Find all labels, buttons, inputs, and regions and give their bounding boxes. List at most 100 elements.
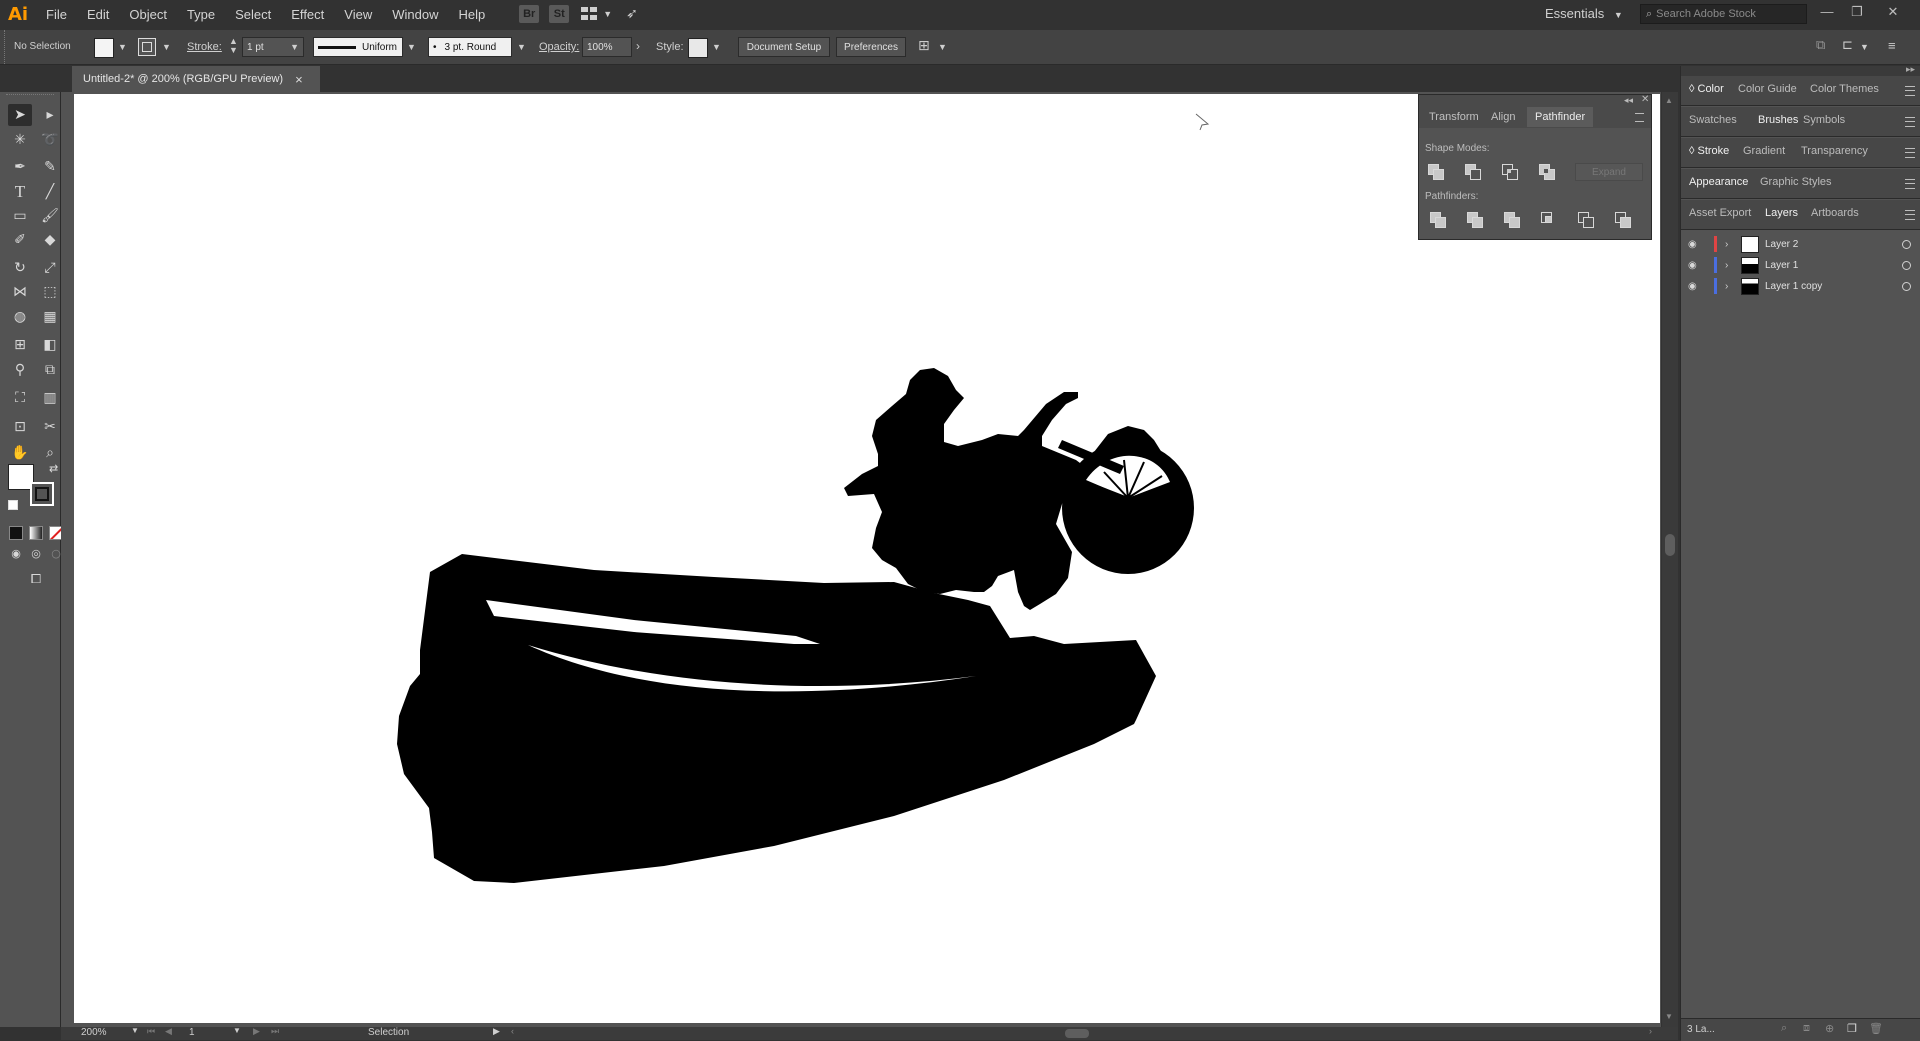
slice-tool-icon[interactable]: ✂: [38, 416, 62, 438]
next-artboard-icon[interactable]: ▶: [253, 1026, 260, 1037]
grip-handle[interactable]: [4, 30, 8, 64]
vertical-scrollbar[interactable]: ▲ ▼: [1662, 92, 1678, 1027]
panel-menu-icon[interactable]: [1905, 210, 1915, 220]
eraser-tool-icon[interactable]: ◆: [38, 229, 62, 251]
tab-asset-export[interactable]: Asset Export: [1689, 207, 1751, 219]
crop-icon[interactable]: [1538, 209, 1558, 229]
opacity-label[interactable]: Opacity:: [539, 41, 579, 53]
tab-stroke[interactable]: ◊ Stroke: [1689, 145, 1729, 157]
menu-help[interactable]: Help: [448, 7, 495, 22]
free-transform-tool-icon[interactable]: ⬚: [38, 281, 62, 303]
tab-appearance[interactable]: Appearance: [1689, 176, 1748, 188]
zoom-level[interactable]: 200%: [81, 1027, 107, 1038]
unite-icon[interactable]: [1425, 161, 1445, 181]
close-icon[interactable]: ✕: [1880, 2, 1906, 22]
scrollbar-thumb[interactable]: [1665, 534, 1675, 556]
layer-row[interactable]: ◉ › Layer 2: [1681, 234, 1920, 254]
menu-view[interactable]: View: [334, 7, 382, 22]
panel-menu-icon[interactable]: [1905, 148, 1915, 158]
menu-object[interactable]: Object: [119, 7, 177, 22]
merge-icon[interactable]: [1501, 209, 1521, 229]
blend-tool-icon[interactable]: ⧉: [38, 359, 62, 381]
tab-graphic-styles[interactable]: Graphic Styles: [1760, 176, 1832, 188]
tab-artboards[interactable]: Artboards: [1811, 207, 1859, 219]
default-colors-icon[interactable]: [8, 500, 18, 510]
menu-edit[interactable]: Edit: [77, 7, 119, 22]
bridge-button[interactable]: Br: [519, 5, 540, 23]
first-artboard-icon[interactable]: ⏮: [147, 1026, 155, 1037]
type-tool-icon[interactable]: T: [8, 181, 32, 203]
collapse-dock-icon[interactable]: ▸▸: [1906, 64, 1915, 75]
stroke-spinner[interactable]: ▲ ▼: [229, 37, 238, 55]
chevron-right-icon[interactable]: ›: [1725, 260, 1735, 271]
chevron-right-icon[interactable]: ›: [1725, 281, 1735, 292]
pen-tool-icon[interactable]: ✒: [8, 156, 32, 178]
trim-icon[interactable]: [1464, 209, 1484, 229]
last-artboard-icon[interactable]: ⏭: [271, 1026, 279, 1037]
panel-menu-icon[interactable]: [1635, 113, 1644, 122]
stroke-swatch[interactable]: [138, 38, 156, 56]
artboard-number[interactable]: 1: [189, 1027, 195, 1038]
minus-front-icon[interactable]: [1462, 161, 1482, 181]
grip-handle[interactable]: [6, 94, 54, 95]
chevron-down-icon[interactable]: ▼: [233, 1026, 241, 1035]
perspective-grid-tool-icon[interactable]: ▦: [38, 306, 62, 328]
new-layer-icon[interactable]: ❐: [1847, 1022, 1857, 1035]
panel-menu-icon[interactable]: [1905, 117, 1915, 127]
tab-symbols[interactable]: Symbols: [1803, 114, 1845, 126]
menu-icon[interactable]: ≡: [1888, 38, 1896, 53]
chevron-down-icon[interactable]: ▼: [712, 42, 721, 52]
gpu-performance-icon[interactable]: ➶: [626, 6, 638, 22]
menu-type[interactable]: Type: [177, 7, 225, 22]
eye-icon[interactable]: ◉: [1688, 281, 1700, 292]
rectangle-tool-icon[interactable]: ▭: [8, 205, 32, 227]
tab-align[interactable]: Align: [1483, 107, 1523, 127]
color-mode-icon[interactable]: [9, 526, 23, 540]
layer-row[interactable]: ◉ › Layer 1: [1681, 255, 1920, 275]
stroke-color-swatch[interactable]: [30, 482, 54, 506]
variable-width-profile[interactable]: Uniform: [313, 37, 403, 57]
line-tool-icon[interactable]: ╱: [38, 181, 62, 203]
layer-name[interactable]: Layer 1 copy: [1765, 281, 1822, 292]
column-graph-tool-icon[interactable]: ▥: [38, 387, 62, 409]
document-setup-button[interactable]: Document Setup: [738, 37, 830, 57]
paintbrush-tool-icon[interactable]: 🖌: [38, 205, 62, 227]
minimize-icon[interactable]: —: [1814, 2, 1840, 22]
screen-mode-icon[interactable]: ⧠: [24, 568, 48, 590]
hand-tool-icon[interactable]: ✋: [8, 442, 32, 464]
chevron-down-icon[interactable]: ▼: [162, 42, 171, 52]
menu-select[interactable]: Select: [225, 7, 281, 22]
chevron-down-icon[interactable]: ▼: [118, 42, 127, 52]
magic-wand-tool-icon[interactable]: ✳: [8, 129, 32, 151]
mesh-tool-icon[interactable]: ⊞: [8, 334, 32, 356]
tab-brushes[interactable]: Brushes: [1758, 114, 1798, 126]
menu-effect[interactable]: Effect: [281, 7, 334, 22]
delete-layer-icon[interactable]: 🗑: [1869, 1022, 1883, 1035]
divide-icon[interactable]: [1427, 209, 1447, 229]
selection-tool-icon[interactable]: ➤: [8, 104, 32, 126]
menu-file[interactable]: File: [36, 7, 77, 22]
minus-back-icon[interactable]: [1612, 209, 1632, 229]
intersect-icon[interactable]: [1499, 161, 1519, 181]
panel-menu-icon[interactable]: [1905, 179, 1915, 189]
chevron-down-icon[interactable]: ▼: [131, 1026, 139, 1035]
shape-builder-tool-icon[interactable]: ◍: [8, 306, 32, 328]
lasso-tool-icon[interactable]: ➰: [38, 129, 62, 151]
eyedropper-tool-icon[interactable]: ⚲: [8, 359, 32, 381]
fill-swatch[interactable]: [94, 38, 114, 58]
previous-artboard-icon[interactable]: ◀: [165, 1026, 172, 1037]
new-sublayer-icon[interactable]: ⊕: [1825, 1022, 1834, 1035]
arrange-documents-icon[interactable]: [581, 7, 599, 21]
clipping-mask-icon[interactable]: ⧈: [1803, 1022, 1810, 1035]
scale-tool-icon[interactable]: ⤢: [38, 257, 62, 279]
layer-name[interactable]: Layer 1: [1765, 260, 1798, 271]
target-icon[interactable]: [1902, 239, 1911, 249]
target-icon[interactable]: [1902, 281, 1911, 291]
locate-object-icon[interactable]: ⌕: [1781, 1022, 1787, 1035]
horizontal-scroll-thumb[interactable]: [1065, 1029, 1089, 1038]
status-menu-icon[interactable]: ▶: [493, 1026, 500, 1037]
tab-layers[interactable]: Layers: [1765, 207, 1798, 219]
document-tab[interactable]: Untitled-2* @ 200% (RGB/GPU Preview) ×: [72, 66, 320, 92]
scroll-right-icon[interactable]: ›: [1649, 1026, 1652, 1036]
arrange-icon[interactable]: ⧉: [1816, 38, 1825, 53]
